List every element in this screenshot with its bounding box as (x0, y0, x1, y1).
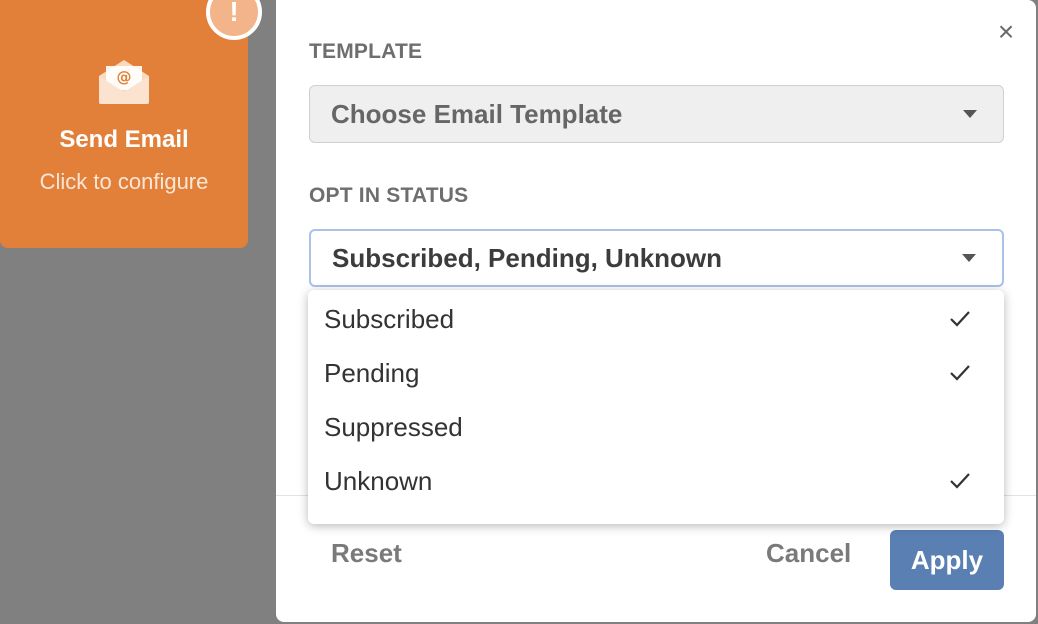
option-pending[interactable]: Pending (308, 346, 1004, 400)
option-label: Unknown (324, 465, 433, 496)
apply-button[interactable]: Apply (890, 530, 1004, 590)
email-envelope-icon: @ (99, 60, 149, 104)
chevron-down-icon (963, 110, 977, 118)
option-label: Suppressed (324, 411, 463, 442)
template-label: TEMPLATE (309, 40, 423, 63)
option-suppressed[interactable]: Suppressed (308, 400, 1004, 454)
template-select-value: Choose Email Template (331, 98, 623, 129)
template-select[interactable]: Choose Email Template (309, 85, 1004, 143)
svg-text:@: @ (117, 68, 132, 86)
check-icon (950, 365, 970, 381)
option-unknown[interactable]: Unknown (308, 454, 1004, 508)
card-title: Send Email (59, 126, 189, 153)
option-subscribed[interactable]: Subscribed (308, 292, 1004, 346)
card-subtitle: Click to configure (39, 169, 209, 194)
opt-in-status-select[interactable]: Subscribed, Pending, Unknown (309, 229, 1004, 287)
check-icon (950, 473, 970, 489)
reset-button[interactable]: Reset (331, 538, 402, 569)
send-email-card[interactable]: @ Send Email Click to configure (0, 0, 248, 248)
option-label: Pending (324, 357, 420, 388)
cancel-button[interactable]: Cancel (766, 538, 851, 569)
close-icon[interactable]: × (994, 18, 1018, 46)
opt-in-status-dropdown: Subscribed Pending Suppressed Unknown (308, 290, 1004, 524)
option-label: Subscribed (324, 303, 455, 334)
check-icon (950, 311, 970, 327)
chevron-down-icon (962, 254, 976, 262)
opt-in-status-value: Subscribed, Pending, Unknown (332, 242, 723, 273)
opt-in-status-label: OPT IN STATUS (309, 184, 469, 207)
